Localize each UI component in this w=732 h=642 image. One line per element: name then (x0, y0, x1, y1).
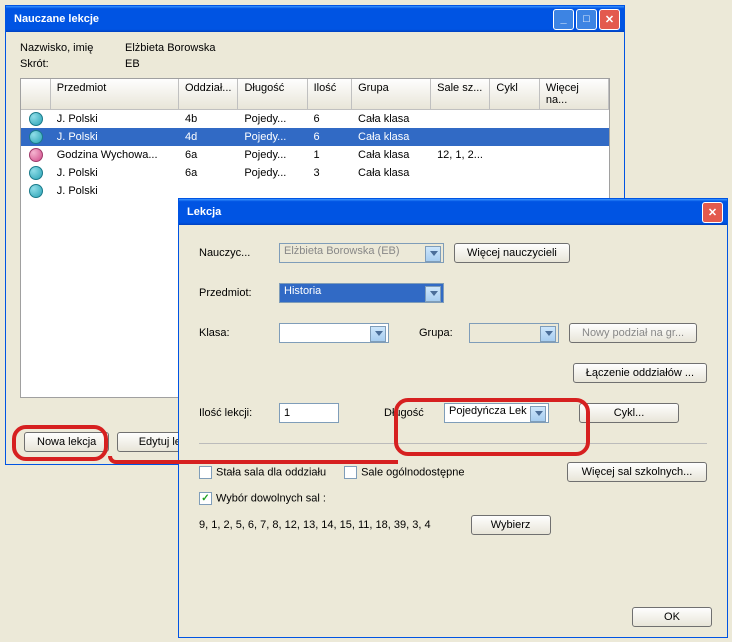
close-icon[interactable]: ✕ (599, 9, 620, 30)
col-group[interactable]: Grupa (352, 79, 431, 109)
row-icon (29, 148, 43, 162)
col-subject[interactable]: Przedmiot (51, 79, 179, 109)
table-row[interactable]: J. Polski4bPojedy...6Cała klasa (21, 110, 609, 128)
more-teachers-button[interactable]: Więcej nauczycieli (454, 243, 570, 263)
more-rooms-button[interactable]: Więcej sal szkolnych... (567, 462, 707, 482)
group-select (469, 323, 559, 343)
new-lesson-button[interactable]: Nowa lekcja (24, 432, 109, 452)
subject-select[interactable]: Historia (279, 283, 444, 303)
new-division-button: Nowy podział na gr... (569, 323, 697, 343)
choose-button[interactable]: Wybierz (471, 515, 551, 535)
close-icon[interactable]: ✕ (702, 202, 723, 223)
table-row[interactable]: Godzina Wychowa...6aPojedy...1Cała klasa… (21, 146, 609, 164)
col-division[interactable]: Oddział... (179, 79, 238, 109)
cycle-button[interactable]: Cykl... (579, 403, 679, 423)
maximize-icon[interactable]: □ (576, 9, 597, 30)
titlebar[interactable]: Lekcja ✕ (179, 199, 727, 225)
class-label: Klasa: (199, 327, 269, 339)
ok-button[interactable]: OK (632, 607, 712, 627)
table-row[interactable]: J. Polski6aPojedy...3Cała klasa (21, 164, 609, 182)
lesson-dialog: Lekcja ✕ Nauczyc... Elżbieta Borowska (E… (178, 198, 728, 638)
class-select[interactable] (279, 323, 389, 343)
titlebar[interactable]: Nauczane lekcje _ □ ✕ (6, 6, 624, 32)
join-divisions-button[interactable]: Łączenie oddziałów ... (573, 363, 707, 383)
group-label: Grupa: (419, 327, 459, 339)
length-label: Długość (384, 407, 434, 419)
count-label: Ilość lekcji: (199, 407, 269, 419)
any-rooms-checkbox[interactable]: Wybór dowolnych sal : (199, 492, 326, 505)
abbr-label: Skrót: (20, 58, 125, 70)
table-row[interactable]: J. Polski4dPojedy...6Cała klasa (21, 128, 609, 146)
col-length[interactable]: Długość (238, 79, 307, 109)
col-count[interactable]: Ilość (308, 79, 353, 109)
subject-label: Przedmiot: (199, 287, 269, 299)
teacher-select: Elżbieta Borowska (EB) (279, 243, 444, 263)
row-icon (29, 166, 43, 180)
window-title: Nauczane lekcje (14, 13, 553, 25)
length-select[interactable]: Pojedyńcza Lek (444, 403, 549, 423)
teacher-label: Nauczyc... (199, 247, 269, 259)
col-cycle[interactable]: Cykl (490, 79, 539, 109)
row-icon (29, 112, 43, 126)
minimize-icon[interactable]: _ (553, 9, 574, 30)
dialog-title: Lekcja (187, 206, 702, 218)
name-value: Elżbieta Borowska (125, 42, 216, 54)
rooms-list: 9, 1, 2, 5, 6, 7, 8, 12, 13, 14, 15, 11,… (199, 519, 431, 531)
annotation-connector (108, 456, 398, 464)
count-input[interactable] (279, 403, 339, 423)
name-label: Nazwisko, imię (20, 42, 125, 54)
col-rooms[interactable]: Sale sz... (431, 79, 490, 109)
public-rooms-checkbox[interactable]: Sale ogólnodostępne (344, 466, 464, 479)
abbr-value: EB (125, 58, 140, 70)
col-more[interactable]: Więcej na... (540, 79, 609, 109)
fixed-room-checkbox[interactable]: Stała sala dla oddziału (199, 466, 326, 479)
row-icon (29, 130, 43, 144)
row-icon (29, 184, 43, 198)
